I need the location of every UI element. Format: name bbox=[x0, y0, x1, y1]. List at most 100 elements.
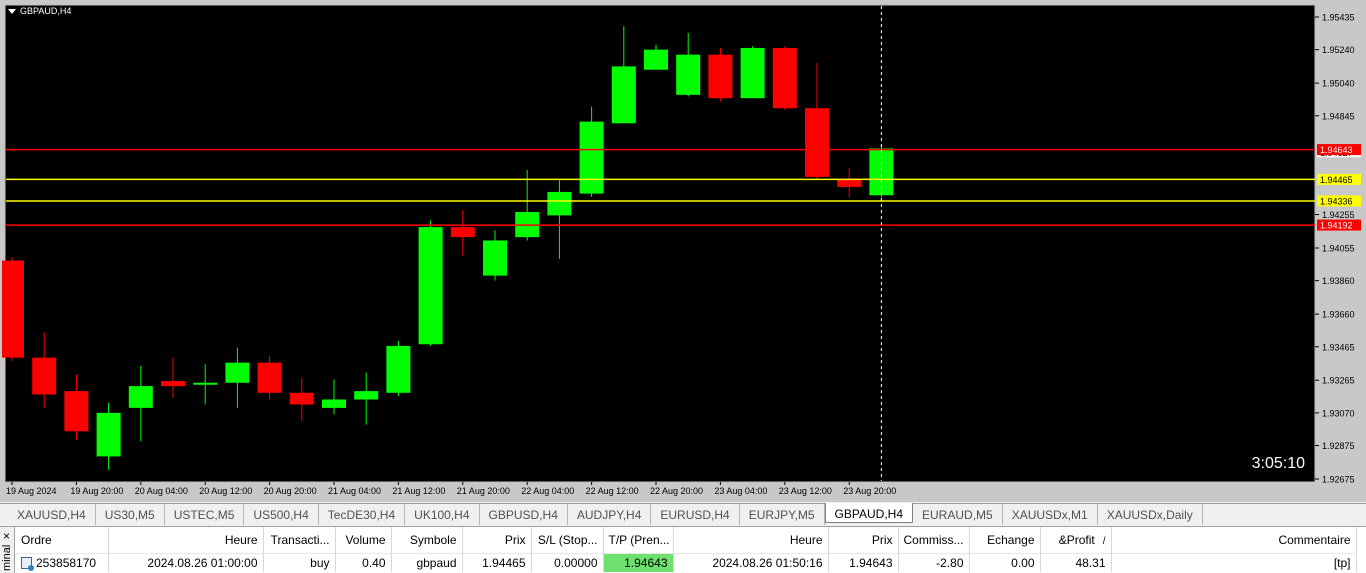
orders-table: Ordre Heure Transacti... Volume Symbole Prix S… bbox=[16, 527, 1357, 572]
column-header[interactable]: Volume bbox=[335, 527, 392, 553]
chart-tab[interactable]: US30,M5 bbox=[96, 504, 165, 525]
chart-tab[interactable]: USTEC,M5 bbox=[165, 504, 245, 525]
candle bbox=[386, 340, 411, 397]
time-tick-label: 22 Aug 12:00 bbox=[586, 486, 639, 496]
bull-candle-body bbox=[644, 49, 668, 70]
price-tick-label: 1.95435 bbox=[1322, 13, 1355, 23]
chart-tab[interactable]: UK100,H4 bbox=[405, 504, 480, 525]
column-header[interactable]: Prix bbox=[462, 527, 532, 553]
price-tick-label: 1.93465 bbox=[1322, 342, 1355, 352]
column-header-label: Heure bbox=[224, 532, 258, 547]
column-header[interactable]: Transacti... bbox=[263, 527, 336, 553]
chart-tab[interactable]: EURAUD,M5 bbox=[913, 504, 1003, 525]
column-header-label: Volume bbox=[345, 532, 386, 547]
column-header[interactable]: Echange bbox=[969, 527, 1041, 553]
column-header[interactable]: &Profit / bbox=[1040, 527, 1112, 553]
column-header[interactable]: Prix bbox=[828, 527, 899, 553]
time-tick-label: 20 Aug 20:00 bbox=[264, 486, 317, 496]
column-header[interactable]: S/L (Stop... bbox=[531, 527, 604, 553]
terminal-side-bar: × minal bbox=[0, 527, 15, 573]
order-cell: -2.80 bbox=[898, 552, 970, 572]
chart-symbol-label[interactable]: GBPAUD,H4 bbox=[8, 6, 71, 16]
column-header-label: Ordre bbox=[21, 532, 52, 547]
bull-candle-body bbox=[354, 391, 379, 400]
chart-tab[interactable]: GBPAUD,H4 bbox=[824, 503, 914, 523]
chart-tab[interactable]: US500,H4 bbox=[244, 504, 319, 525]
orders-body: 253858170 2024.08.26 01:00:00 buy 0.40 gbpau… bbox=[16, 552, 1357, 572]
bear-candle-body bbox=[289, 392, 314, 405]
bear-candle-body bbox=[708, 54, 733, 99]
column-header[interactable]: Commiss... bbox=[898, 527, 970, 553]
candle bbox=[740, 46, 765, 99]
candle bbox=[708, 47, 733, 102]
order-cell: 0.00000 bbox=[531, 552, 604, 572]
order-cell: 2024.08.26 01:00:00 bbox=[108, 552, 264, 572]
bear-candle-body bbox=[161, 381, 185, 387]
column-header-label: Prix bbox=[504, 532, 526, 547]
chart-tab[interactable]: EURJPY,M5 bbox=[740, 504, 825, 525]
column-header[interactable]: T/P (Pren... bbox=[603, 527, 674, 553]
price-tick-label: 1.93265 bbox=[1322, 376, 1355, 386]
bar-countdown: 3:05:10 bbox=[1252, 455, 1305, 472]
order-row[interactable]: 253858170 2024.08.26 01:00:00 buy 0.40 gbpau… bbox=[16, 552, 1357, 572]
dropdown-triangle-icon[interactable] bbox=[8, 8, 16, 14]
symbol-label-text: GBPAUD,H4 bbox=[20, 6, 72, 16]
order-cell-value: [tp] bbox=[1333, 555, 1351, 570]
column-header-label: T/P (Pren... bbox=[608, 532, 670, 547]
bull-candle-body bbox=[740, 47, 765, 99]
order-cell: 1.94465 bbox=[462, 552, 532, 572]
order-cell-value: 0.00 bbox=[1011, 555, 1035, 570]
order-cell: 0.40 bbox=[335, 552, 392, 572]
time-tick-label: 22 Aug 20:00 bbox=[650, 486, 703, 496]
close-icon[interactable]: × bbox=[3, 530, 10, 542]
bull-candle-body bbox=[322, 399, 346, 408]
level-price-label: 1.94192 bbox=[1320, 221, 1353, 231]
bull-candle-body bbox=[483, 240, 507, 276]
order-cell: 253858170 bbox=[16, 552, 109, 572]
chart-tab[interactable]: XAUUSDx,M1 bbox=[1003, 504, 1098, 525]
order-cell: 2024.08.26 01:50:16 bbox=[673, 552, 829, 572]
order-cell-value: gbpaud bbox=[416, 555, 457, 570]
column-header[interactable]: Commentaire bbox=[1111, 527, 1357, 553]
chart-tab[interactable]: XAUUSD,H4 bbox=[8, 504, 96, 525]
bull-candle-body bbox=[676, 54, 701, 95]
chart-tab[interactable]: TecDE30,H4 bbox=[319, 504, 406, 525]
bull-candle-body bbox=[128, 386, 153, 408]
bull-candle-body bbox=[96, 412, 121, 457]
bear-candle-body bbox=[772, 47, 797, 109]
price-tick-label: 1.95240 bbox=[1322, 45, 1355, 55]
column-header-label: Symbole bbox=[409, 532, 457, 547]
price-tick-label: 1.95040 bbox=[1322, 79, 1355, 89]
time-tick-label: 23 Aug 20:00 bbox=[843, 486, 896, 496]
chart-tab[interactable]: EURUSD,H4 bbox=[651, 504, 740, 525]
order-cell-value: 0.00000 bbox=[554, 555, 598, 570]
price-chart[interactable]: 1.95435 1.95240 1.95040 1.94845 1.94255 1.940… bbox=[2, 2, 1363, 500]
level-price-label: 1.94465 bbox=[1320, 175, 1353, 185]
time-tick-label: 23 Aug 04:00 bbox=[714, 486, 767, 496]
order-cell-value: 2024.08.26 01:00:00 bbox=[147, 555, 258, 570]
chart-tab[interactable]: AUDJPY,H4 bbox=[568, 504, 652, 525]
time-tick-label: 19 Aug 20:00 bbox=[70, 486, 123, 496]
price-tick-label: 1.94255 bbox=[1322, 210, 1355, 220]
bear-candle-body bbox=[257, 362, 282, 393]
column-header[interactable]: Heure bbox=[108, 527, 264, 553]
column-header[interactable]: Heure bbox=[673, 527, 829, 553]
trading-terminal: 1.95435 1.95240 1.95040 1.94845 1.94255 1.940… bbox=[0, 0, 1366, 573]
column-header-label: Commentaire bbox=[1278, 532, 1351, 547]
time-tick-label: 20 Aug 04:00 bbox=[135, 486, 188, 496]
bull-candle-body bbox=[386, 345, 411, 393]
terminal-side-label: minal bbox=[1, 544, 13, 571]
column-header[interactable]: Ordre bbox=[16, 527, 109, 553]
price-tick-label: 1.93070 bbox=[1322, 408, 1355, 418]
bull-candle-body bbox=[418, 227, 443, 345]
bear-candle-body bbox=[64, 391, 89, 432]
column-header-label: Heure bbox=[789, 532, 823, 547]
chart-window[interactable]: 1.95435 1.95240 1.95040 1.94845 1.94255 1.940… bbox=[0, 0, 1366, 502]
chart-tab[interactable]: XAUUSDx,Daily bbox=[1098, 504, 1203, 525]
column-header-label: S/L (Stop... bbox=[537, 532, 598, 547]
level-price-label: 1.94336 bbox=[1320, 196, 1353, 206]
bull-candle-body bbox=[547, 191, 572, 216]
chart-tab[interactable]: GBPUSD,H4 bbox=[480, 504, 568, 525]
column-header[interactable]: Symbole bbox=[391, 527, 463, 553]
time-tick-label: 21 Aug 04:00 bbox=[328, 486, 381, 496]
